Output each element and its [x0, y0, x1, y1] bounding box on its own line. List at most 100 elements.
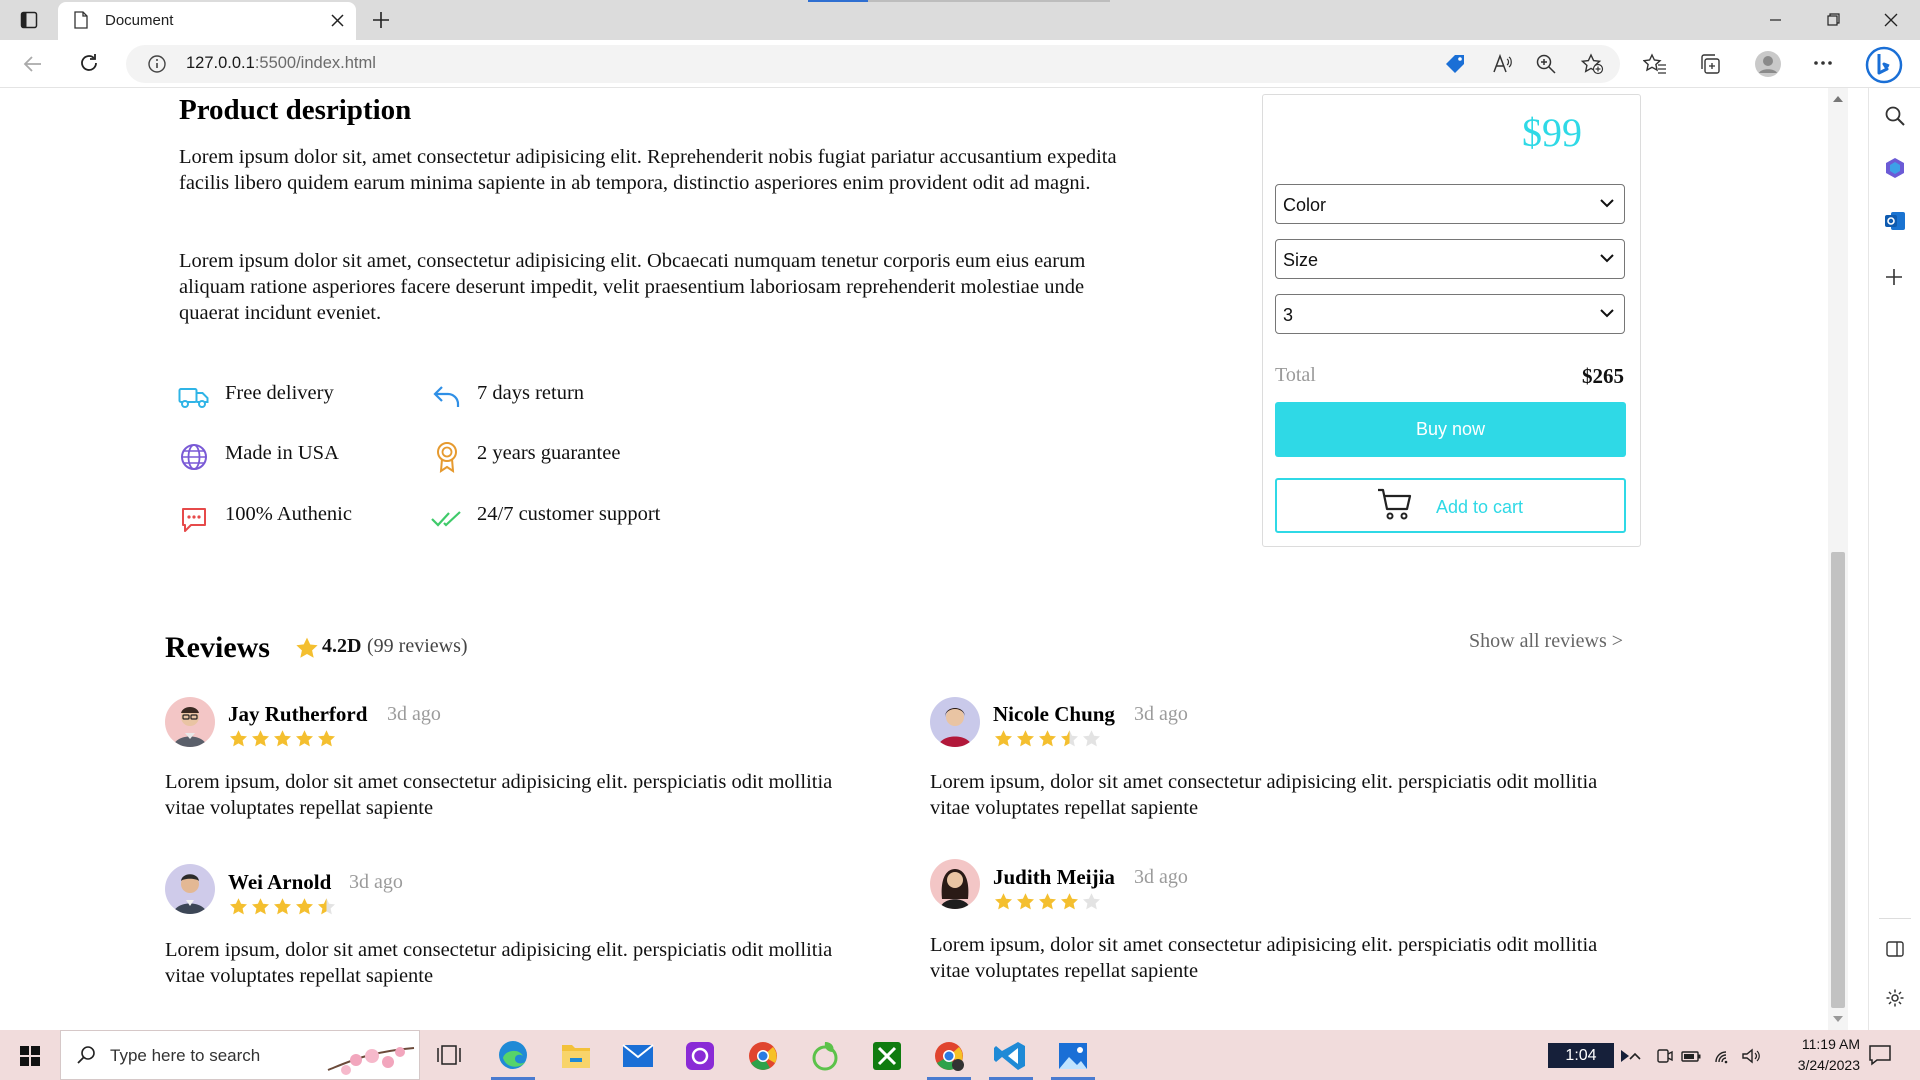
star-icon	[995, 730, 1012, 747]
restore-button[interactable]	[1804, 0, 1862, 40]
battery-icon[interactable]	[1680, 1046, 1702, 1066]
notifications-icon[interactable]	[1868, 1044, 1892, 1066]
chrome-icon[interactable]	[737, 1034, 789, 1078]
tab-document[interactable]: Document	[58, 2, 356, 40]
rating-stars	[993, 729, 1102, 749]
total-value: $265	[1582, 364, 1624, 388]
rating-stars	[228, 729, 337, 749]
review-time: 3d ago	[1134, 866, 1188, 888]
total-label: Total	[1275, 364, 1316, 386]
product-price: $99	[1522, 110, 1582, 155]
star-icon	[296, 730, 313, 747]
description-paragraph-1: Lorem ipsum dolor sit, amet consectetur …	[179, 146, 1117, 194]
sidebar-copilot-icon[interactable]	[1883, 156, 1907, 180]
star-icon	[252, 898, 269, 915]
reviewer-name: Wei Arnold	[228, 870, 332, 894]
show-hidden-icons-icon[interactable]	[1624, 1046, 1646, 1066]
read-aloud-icon[interactable]	[1491, 53, 1513, 75]
sidebar-settings-icon[interactable]	[1885, 988, 1905, 1008]
leaf-app-icon[interactable]	[799, 1034, 851, 1078]
buy-now-button[interactable]: Buy now	[1275, 402, 1626, 457]
scroll-down-icon[interactable]	[1833, 1016, 1843, 1022]
photos-icon[interactable]	[1047, 1034, 1099, 1080]
quantity-select[interactable]: 3	[1275, 294, 1625, 334]
close-window-button[interactable]	[1862, 0, 1920, 40]
size-select[interactable]: Size	[1275, 239, 1625, 279]
truck-icon	[178, 384, 210, 410]
photo-app-icon[interactable]	[674, 1034, 726, 1078]
windows-start-icon[interactable]	[20, 1046, 40, 1066]
chevron-down-icon	[1600, 199, 1614, 208]
edge-icon[interactable]	[487, 1034, 539, 1080]
bing-chat-icon[interactable]	[1864, 45, 1904, 85]
mail-icon[interactable]	[612, 1034, 664, 1078]
sidebar-add-icon[interactable]	[1885, 268, 1903, 286]
cherry-blossom-icon	[326, 1040, 418, 1078]
star-icon	[1083, 730, 1100, 747]
more-options-icon[interactable]	[1813, 60, 1833, 66]
return-arrow-icon	[432, 383, 462, 409]
star-icon	[318, 898, 335, 915]
description-paragraph-2: Lorem ipsum dolor sit amet, consectetur …	[179, 250, 1086, 324]
star-icon	[230, 730, 247, 747]
avatar	[930, 697, 980, 747]
timer-badge[interactable]: 1:04	[1548, 1043, 1614, 1068]
reviewer-name: Jay Rutherford	[228, 702, 368, 726]
xbox-icon[interactable]	[861, 1034, 913, 1078]
feature-return: 7 days return	[477, 382, 585, 404]
scroll-up-icon[interactable]	[1833, 96, 1843, 102]
double-check-icon	[431, 510, 465, 528]
chrome-profile-icon[interactable]	[923, 1034, 975, 1080]
back-icon[interactable]	[22, 53, 44, 75]
feature-guarantee: 2 years guarantee	[477, 442, 621, 464]
add-to-cart-label: Add to cart	[1436, 497, 1524, 517]
show-all-reviews-link[interactable]: Show all reviews >	[1469, 630, 1623, 653]
add-to-cart-button[interactable]: Add to cart	[1275, 478, 1626, 533]
star-icon	[230, 898, 247, 915]
favorites-icon[interactable]	[1643, 53, 1667, 75]
tab-actions-icon[interactable]	[20, 11, 38, 29]
clock-time: 11:19 AM	[1801, 1036, 1860, 1052]
review-text: Lorem ipsum, dolor sit amet consectetur …	[165, 771, 833, 819]
feature-support: 24/7 customer support	[477, 503, 661, 525]
add-favorite-icon[interactable]	[1580, 53, 1604, 75]
volume-icon[interactable]	[1740, 1046, 1762, 1066]
scrollbar-thumb[interactable]	[1831, 552, 1845, 1008]
quantity-select-value: 3	[1283, 305, 1294, 325]
minimize-button[interactable]	[1746, 0, 1804, 40]
avatar	[930, 859, 980, 909]
review-time: 3d ago	[1134, 703, 1188, 725]
profile-avatar-icon[interactable]	[1754, 50, 1782, 78]
site-info-icon[interactable]	[147, 54, 167, 74]
zoom-icon[interactable]	[1535, 53, 1557, 75]
collections-icon[interactable]	[1699, 53, 1721, 75]
taskbar-search-placeholder: Type here to search	[110, 1046, 261, 1065]
meet-now-icon[interactable]	[1653, 1046, 1675, 1066]
star-icon	[1039, 893, 1056, 910]
task-view-icon[interactable]	[424, 1034, 476, 1078]
sidebar-search-icon[interactable]	[1884, 105, 1906, 127]
sidebar-layout-icon[interactable]	[1886, 940, 1904, 958]
star-icon	[296, 637, 318, 658]
taskbar-clock[interactable]: 11:19 AM 3/24/2023	[1764, 1034, 1860, 1076]
star-icon	[318, 730, 335, 747]
wifi-icon[interactable]	[1713, 1046, 1735, 1066]
tab-strip-indicator	[808, 0, 1110, 2]
address-bar-row: 127.0.0.1:5500/index.html	[0, 40, 1920, 88]
tab-bar: Document	[0, 0, 1920, 40]
review-text: Lorem ipsum, dolor sit amet consectetur …	[930, 934, 1598, 982]
sidebar-outlook-icon[interactable]	[1883, 209, 1907, 233]
review-text: Lorem ipsum, dolor sit amet consectetur …	[165, 939, 833, 987]
refresh-icon[interactable]	[78, 52, 100, 74]
reviewer-name: Judith Meijia	[993, 865, 1115, 889]
color-select[interactable]: Color	[1275, 184, 1625, 224]
reviewer-name: Nicole Chung	[993, 702, 1115, 726]
chevron-down-icon	[1600, 254, 1614, 263]
coupon-tag-icon[interactable]	[1444, 53, 1466, 75]
url-text: 127.0.0.1:5500/index.html	[186, 54, 376, 72]
vscode-icon[interactable]	[985, 1034, 1037, 1080]
close-tab-icon[interactable]	[331, 14, 344, 27]
sidebar-divider	[1879, 918, 1911, 919]
file-explorer-icon[interactable]	[550, 1034, 602, 1078]
new-tab-icon[interactable]	[371, 10, 391, 30]
